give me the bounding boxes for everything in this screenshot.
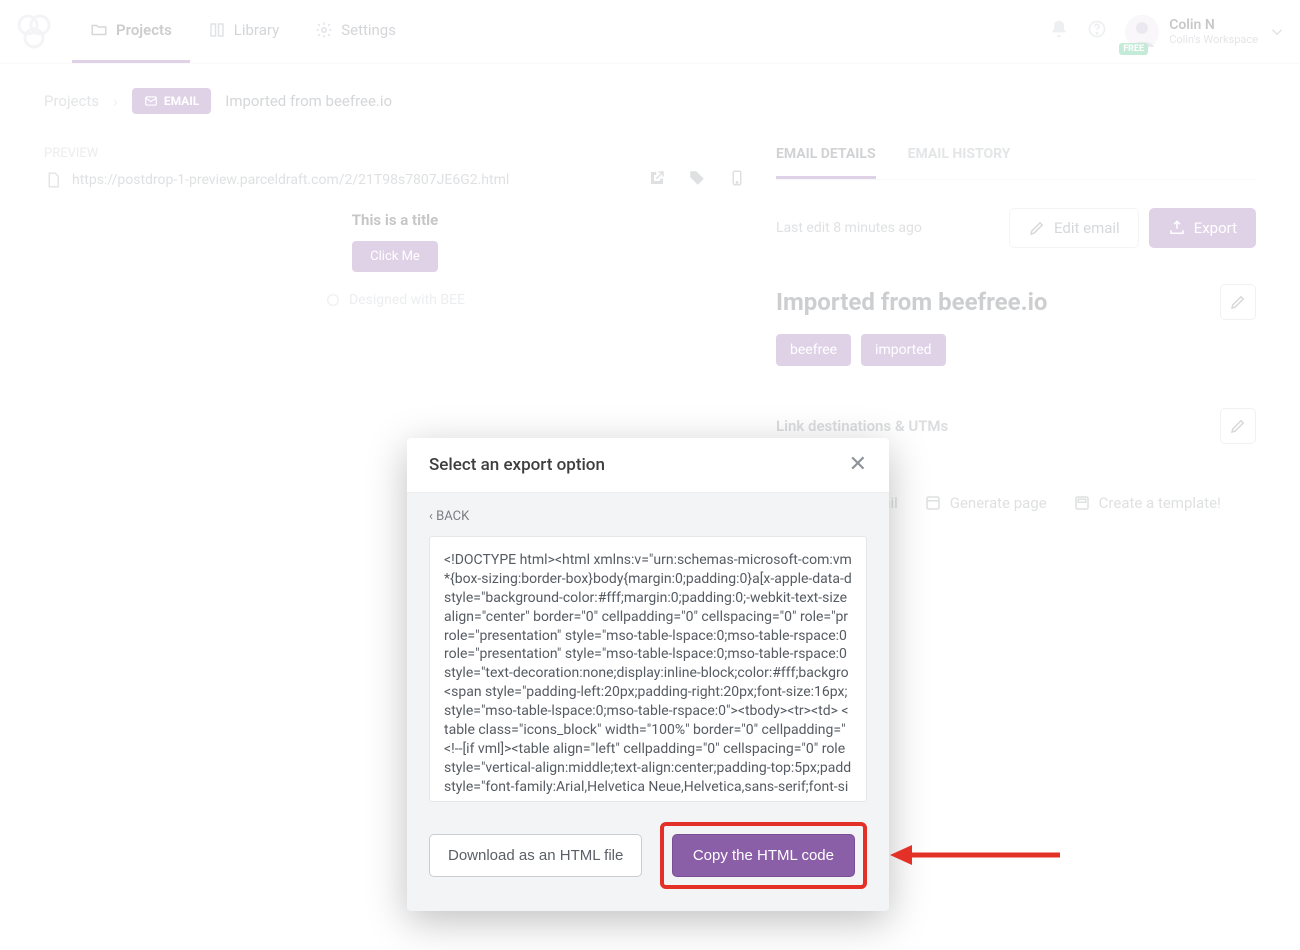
modal-title: Select an export option <box>429 455 605 475</box>
copy-html-button[interactable]: Copy the HTML code <box>672 834 855 877</box>
html-code-box[interactable]: <!DOCTYPE html><html xmlns:v="urn:schema… <box>429 536 867 802</box>
modal-back-link[interactable]: ‹ BACK <box>429 509 867 524</box>
download-html-button[interactable]: Download as an HTML file <box>429 834 642 877</box>
annotation-highlight: Copy the HTML code <box>660 822 867 889</box>
close-icon[interactable]: ✕ <box>849 454 867 476</box>
export-modal: Select an export option ✕ ‹ BACK <!DOCTY… <box>407 438 889 911</box>
